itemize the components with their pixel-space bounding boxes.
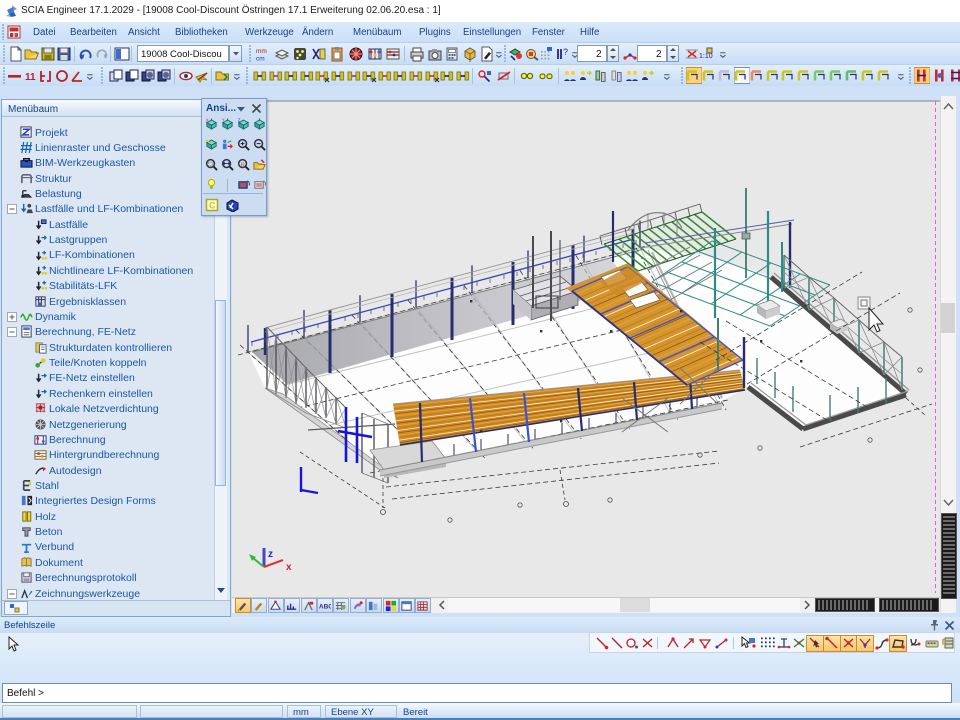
svg-text:ABC: ABC — [319, 603, 331, 610]
svg-text:z: z — [268, 549, 273, 560]
svg-text:?: ? — [563, 47, 568, 57]
svg-text:Z: Z — [238, 118, 241, 123]
svg-text:cm: cm — [256, 56, 265, 63]
svg-text:mm: mm — [256, 48, 267, 55]
svg-text:x: x — [286, 562, 292, 573]
svg-text:X: X — [206, 118, 209, 123]
svg-text:11: 11 — [25, 72, 36, 83]
svg-text:Y: Y — [222, 118, 225, 123]
svg-text:C: C — [209, 201, 216, 211]
svg-text:1:10: 1:10 — [699, 53, 713, 60]
svg-text:R: R — [241, 162, 245, 168]
